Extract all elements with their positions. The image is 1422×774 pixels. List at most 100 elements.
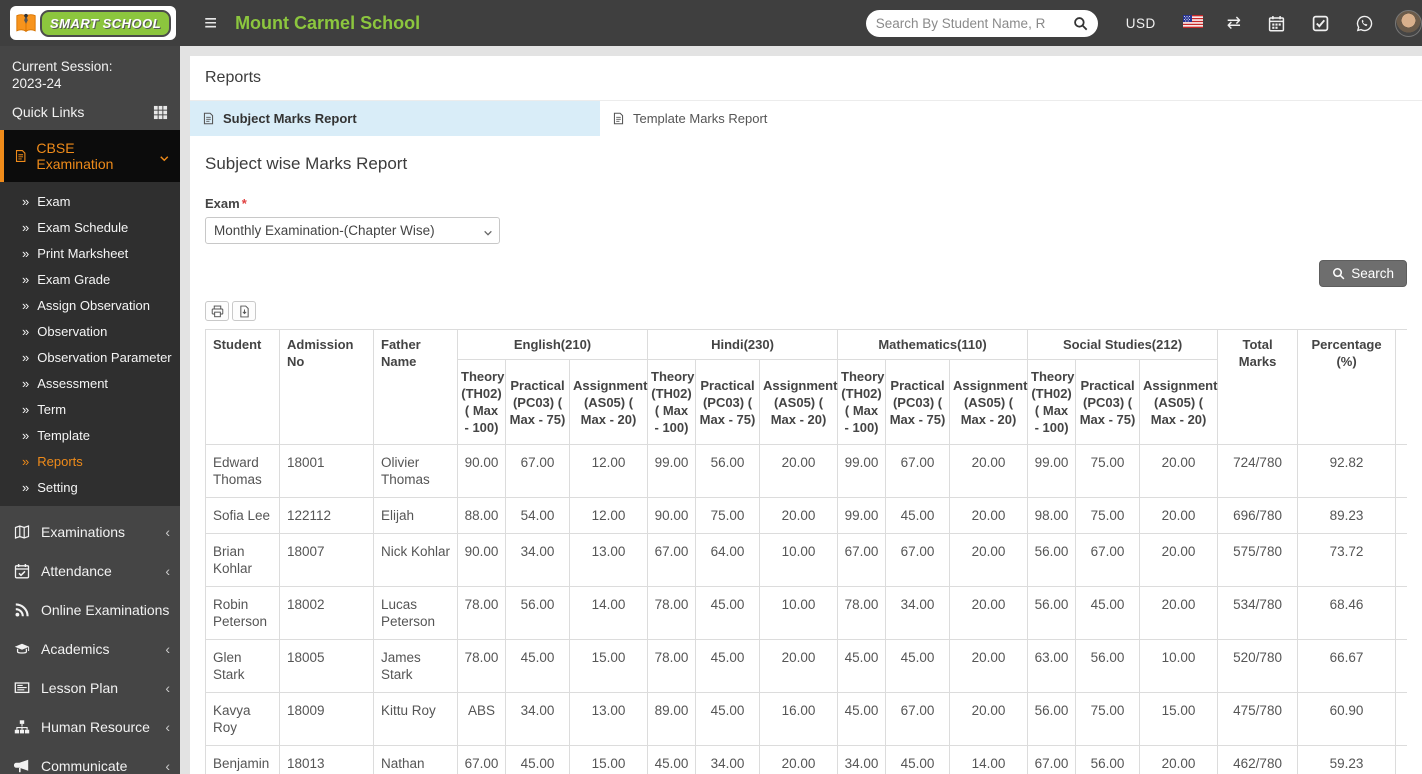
global-search-input[interactable]: [875, 15, 1073, 31]
currency-selector[interactable]: USD: [1126, 16, 1156, 31]
reports-panel: Reports Subject Marks Report Template Mar…: [190, 56, 1422, 774]
marks-cell: 20.00: [758, 745, 839, 774]
cbse-examination-submenu: » Exam » Exam Schedule » Print Marksheet » Exam…: [0, 182, 180, 506]
column-header-grade: Grade: [1395, 329, 1407, 445]
map-icon: [14, 524, 30, 540]
marks-cell: 67.00: [1075, 533, 1141, 587]
admission-no-cell: 18001: [279, 444, 374, 498]
marks-cell: 75.00: [1075, 497, 1141, 534]
sidebar-item-term[interactable]: » Term: [0, 396, 180, 422]
sidebar-item-setting[interactable]: » Setting: [0, 474, 180, 500]
sidebar-item-assessment[interactable]: » Assessment: [0, 370, 180, 396]
main-area: Reports Subject Marks Report Template Mar…: [180, 46, 1422, 774]
student-name-cell: Glen Stark: [205, 639, 280, 693]
search-icon[interactable]: [1073, 16, 1088, 31]
marks-cell: 15.00: [569, 745, 648, 774]
sidebar-module-cbse-examination[interactable]: CBSE Examination: [0, 130, 180, 182]
sidebar-item-label: Exam Grade: [37, 271, 111, 287]
marks-cell: 20.00: [1139, 533, 1219, 587]
exam-select[interactable]: Monthly Examination-(Chapter Wise): [205, 217, 500, 244]
exchange-icon[interactable]: ⇄: [1227, 13, 1241, 33]
sidebar-item-observation[interactable]: » Observation: [0, 318, 180, 344]
marks-cell: 20.00: [949, 497, 1029, 534]
sidebar-item-label: Setting: [37, 479, 78, 495]
whatsapp-icon[interactable]: [1356, 15, 1373, 32]
sidebar-item-observation-parameter[interactable]: » Observation Parameter: [0, 344, 180, 370]
sidebar-module-human-resource[interactable]: Human Resource ‹: [0, 707, 180, 746]
sidebar-module-online-examinations[interactable]: Online Examinations: [0, 590, 180, 629]
percentage-cell: 89.23: [1297, 497, 1397, 534]
double-angle-icon: »: [22, 479, 30, 495]
total-marks-cell: 724/780: [1217, 444, 1299, 498]
double-angle-icon: »: [22, 193, 30, 209]
father-name-cell: James Stark: [373, 639, 458, 693]
sidebar-module-examinations[interactable]: Examinations ‹: [0, 512, 180, 551]
double-angle-icon: »: [22, 427, 30, 443]
rss-icon: [14, 602, 30, 618]
student-name-cell: Kavya Roy: [205, 692, 280, 746]
hamburger-menu-icon[interactable]: ≡: [204, 10, 217, 36]
marks-cell: 45.00: [647, 745, 696, 774]
sidebar-module-attendance[interactable]: Attendance ‹: [0, 551, 180, 590]
global-search[interactable]: [865, 9, 1098, 37]
tab-subject-marks-report[interactable]: Subject Marks Report: [190, 101, 600, 136]
marks-cell: 67.00: [647, 533, 696, 587]
quick-links[interactable]: Quick Links: [0, 96, 180, 130]
grade-cell: B: [1395, 639, 1407, 693]
double-angle-icon: »: [22, 401, 30, 417]
marks-cell: 98.00: [1027, 497, 1077, 534]
check-square-icon[interactable]: [1312, 15, 1329, 32]
marks-cell: ABS: [457, 692, 506, 746]
calendar-icon[interactable]: [1268, 15, 1285, 32]
us-flag-icon[interactable]: [1182, 14, 1203, 32]
sidebar-module-lesson-plan[interactable]: Lesson Plan ‹: [0, 668, 180, 707]
smart-school-logo[interactable]: SMART SCHOOL: [10, 6, 177, 40]
grade-cell: B: [1395, 692, 1407, 746]
sitemap-icon: [14, 719, 30, 735]
print-button[interactable]: [205, 301, 229, 321]
percentage-cell: 92.82: [1297, 444, 1397, 498]
grade-cell: B: [1395, 586, 1407, 640]
file-export-icon: [238, 305, 251, 318]
subcolumn-header-assignment: Assignment (AS05) ( Max - 20): [949, 359, 1029, 445]
table-row: Benjamin Gates18013Nathan Gates67.0045.0…: [205, 745, 1407, 774]
marks-cell: 20.00: [758, 444, 839, 498]
sidebar-item-exam-schedule[interactable]: » Exam Schedule: [0, 214, 180, 240]
sidebar-module-academics[interactable]: Academics ‹: [0, 629, 180, 668]
grid-icon[interactable]: [153, 105, 168, 120]
module-label: Attendance: [41, 562, 112, 579]
sidebar-module-communicate[interactable]: Communicate ‹: [0, 746, 180, 774]
chevron-left-icon: ‹: [165, 718, 170, 735]
marks-cell: 12.00: [569, 444, 648, 498]
sidebar-item-exam[interactable]: » Exam: [0, 188, 180, 214]
column-header-admission-no: Admission No: [279, 329, 374, 445]
total-marks-cell: 696/780: [1217, 497, 1299, 534]
admission-no-cell: 18007: [279, 533, 374, 587]
table-row: Sofia Lee 122112 Elijah 88.00 54.00 12.00 90.0…: [205, 497, 1407, 534]
subject-header-english-210: English(210): [457, 329, 648, 360]
tab-template-marks-report[interactable]: Template Marks Report: [600, 101, 1010, 136]
sidebar-item-print-marksheet[interactable]: » Print Marksheet: [0, 240, 180, 266]
user-avatar[interactable]: [1395, 9, 1422, 37]
sidebar-item-reports[interactable]: » Reports: [0, 448, 180, 474]
marks-cell: 75.00: [695, 497, 760, 534]
grade-cell: A: [1395, 497, 1407, 534]
book-logo-icon: [15, 12, 37, 34]
marks-cell: 20.00: [949, 586, 1029, 640]
export-button[interactable]: [232, 301, 256, 321]
module-label: Academics: [41, 640, 110, 657]
subcolumn-header-theory: Theory (TH02) ( Max - 100): [1027, 359, 1077, 445]
double-angle-icon: »: [22, 453, 30, 469]
subcolumn-header-assignment: Assignment (AS05) ( Max - 20): [1139, 359, 1219, 445]
megaphone-icon: [13, 758, 30, 774]
sidebar-item-template[interactable]: » Template: [0, 422, 180, 448]
sidebar-item-exam-grade[interactable]: » Exam Grade: [0, 266, 180, 292]
marks-cell: 10.00: [758, 533, 839, 587]
sidebar-item-assign-observation[interactable]: » Assign Observation: [0, 292, 180, 318]
marks-cell: 45.00: [695, 586, 760, 640]
sidebar-item-label: Observation Parameter: [37, 349, 172, 365]
brand-name: SMART SCHOOL: [40, 9, 172, 37]
search-button[interactable]: Search: [1319, 260, 1407, 287]
percentage-cell: 68.46: [1297, 586, 1397, 640]
student-name-cell: Edward Thomas: [205, 444, 280, 498]
